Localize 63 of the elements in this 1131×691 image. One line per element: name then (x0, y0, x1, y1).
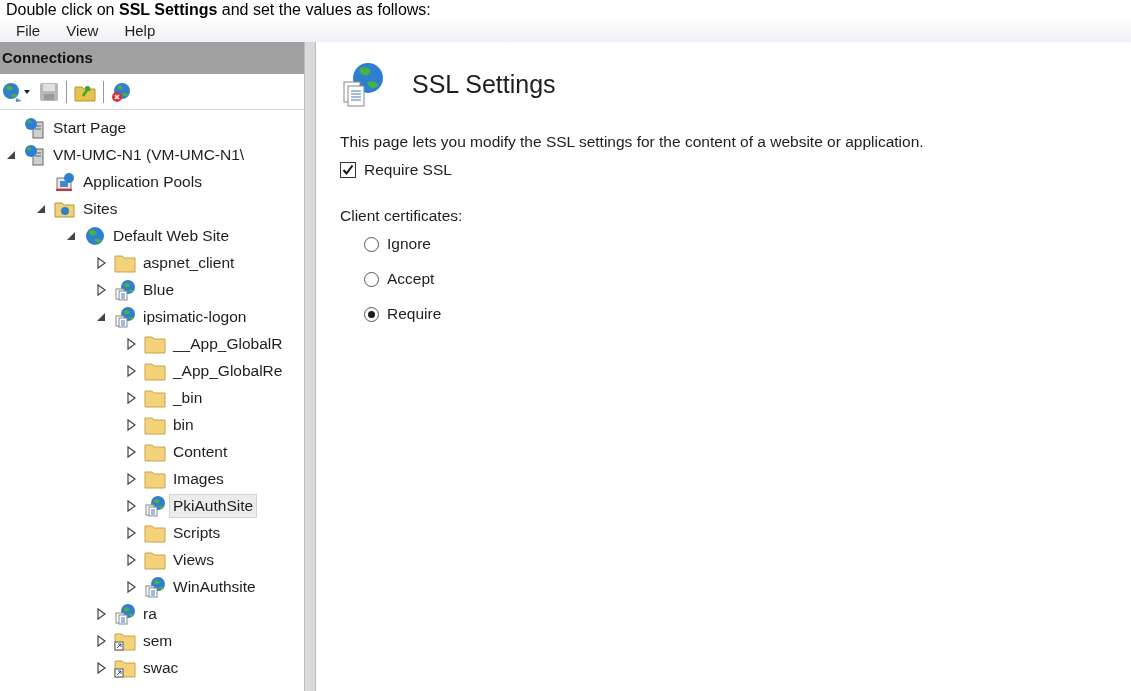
tree-item[interactable]: WinAuthsite (169, 574, 260, 599)
page-description: This page lets you modify the SSL settings for the content of a website or application. (340, 132, 925, 152)
tree-item[interactable]: Sites (79, 196, 122, 221)
web-app-icon (114, 305, 136, 328)
tree-item[interactable]: Start Page (49, 115, 131, 140)
tree-item[interactable]: Blue (139, 277, 179, 302)
globe-icon (84, 224, 106, 247)
server-globe-icon (24, 143, 46, 166)
client-certificates-label: Client certificates: (340, 206, 464, 226)
radio-label: Accept (387, 269, 435, 289)
tree-item[interactable]: swac (139, 655, 183, 680)
page-title: SSL Settings (412, 69, 556, 99)
collapsed-triangle-icon[interactable] (124, 417, 138, 432)
save-icon[interactable] (38, 80, 60, 103)
tree-item[interactable]: _bin (169, 385, 207, 410)
web-app-icon (144, 575, 166, 598)
tree-item[interactable]: Default Web Site (109, 223, 234, 248)
radio-button[interactable] (364, 271, 379, 287)
collapsed-triangle-icon[interactable] (124, 390, 138, 405)
collapsed-triangle-icon[interactable] (94, 633, 108, 648)
tree-item[interactable]: Views (169, 547, 219, 572)
radio-label: Require (387, 304, 442, 324)
tree-item[interactable]: Application Pools (79, 169, 206, 194)
tree-item[interactable]: Content (169, 439, 232, 464)
web-app-icon (114, 278, 136, 301)
collapsed-triangle-icon[interactable] (94, 255, 108, 270)
collapsed-triangle-icon[interactable] (124, 471, 138, 486)
tree-item[interactable]: bin (169, 412, 198, 437)
require-ssl-checkbox[interactable] (340, 162, 356, 178)
tree-item[interactable]: ra (139, 601, 161, 626)
server-globe-icon (24, 116, 46, 139)
collapsed-triangle-icon[interactable] (94, 606, 108, 621)
radio-button[interactable] (364, 306, 379, 322)
collapsed-triangle-icon[interactable] (124, 363, 138, 378)
collapsed-triangle-icon[interactable] (124, 525, 138, 540)
connect-dropdown-button[interactable] (2, 80, 32, 103)
web-app-icon (114, 602, 136, 625)
tree-item[interactable]: Scripts (169, 520, 225, 545)
instruction-text: Double click on SSL Settings and set the values as follows: (5, 0, 432, 20)
connections-title: Connections (2, 49, 93, 67)
checkbox-label: Require SSL (364, 160, 452, 180)
collapsed-triangle-icon[interactable] (124, 444, 138, 459)
web-app-icon (144, 494, 166, 517)
tree-item[interactable]: sem (139, 628, 177, 653)
tree-item[interactable]: aspnet_client (139, 250, 239, 275)
menu-item[interactable]: File (16, 22, 41, 40)
collapsed-triangle-icon[interactable] (124, 552, 138, 567)
tree-item[interactable]: VM-UMC-N1 (VM-UMC-N1\ (49, 142, 249, 167)
tree-item[interactable]: PkiAuthSite (169, 493, 258, 518)
collapsed-triangle-icon[interactable] (124, 579, 138, 594)
collapsed-triangle-icon[interactable] (124, 336, 138, 351)
menu-item[interactable]: View (66, 22, 99, 40)
radio-label: Ignore (387, 234, 431, 254)
app-pool-icon (54, 170, 76, 193)
tree-item[interactable]: Images (169, 466, 228, 491)
tree-item[interactable]: ipsimatic-logon (139, 304, 251, 329)
collapsed-triangle-icon[interactable] (124, 498, 138, 513)
collapsed-triangle-icon[interactable] (94, 282, 108, 297)
tree-item[interactable]: __App_GlobalR (169, 331, 287, 356)
tree-item[interactable]: _App_GlobalRe (169, 358, 287, 383)
menu-item[interactable]: Help (124, 22, 156, 40)
radio-button[interactable] (364, 236, 379, 252)
collapsed-triangle-icon[interactable] (94, 660, 108, 675)
